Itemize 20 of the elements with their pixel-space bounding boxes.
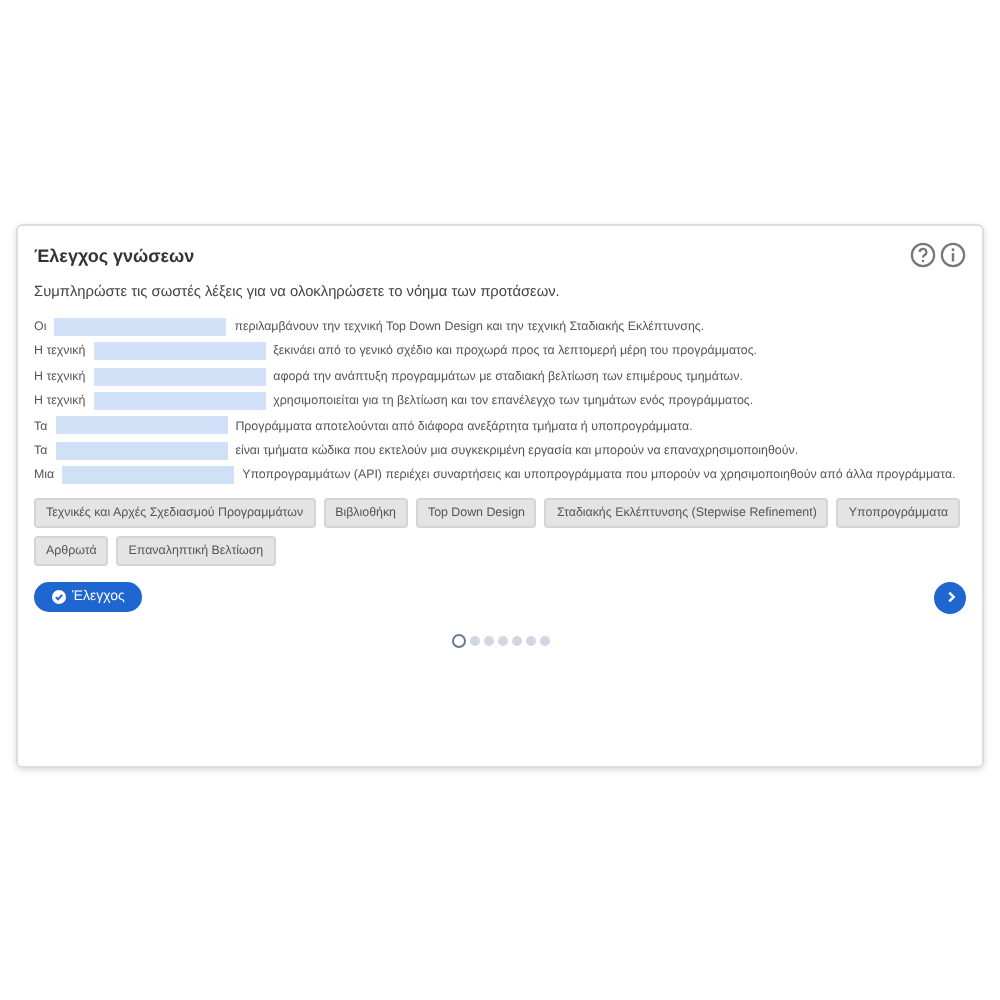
quiz-title: Έλεγχος γνώσεων (34, 245, 195, 265)
info-icon[interactable] (940, 242, 966, 268)
answer-field[interactable] (55, 441, 228, 460)
page-dot[interactable] (451, 633, 465, 648)
answer-field[interactable] (62, 466, 235, 485)
page-dot[interactable] (469, 635, 479, 646)
page-dot[interactable] (539, 635, 549, 646)
answer-field[interactable] (93, 392, 266, 411)
page-dot[interactable] (497, 635, 507, 646)
answer-field[interactable] (55, 416, 228, 435)
answer-field[interactable] (93, 367, 266, 386)
answer-field[interactable] (54, 317, 227, 336)
page-dot[interactable] (483, 635, 493, 646)
chevron-right-icon (943, 590, 957, 605)
next-button[interactable] (934, 581, 966, 614)
page-dot[interactable] (525, 635, 535, 646)
check-icon (52, 590, 66, 605)
help-icon[interactable] (910, 242, 936, 268)
page-dot[interactable] (511, 635, 521, 646)
answer-field[interactable] (93, 342, 266, 361)
